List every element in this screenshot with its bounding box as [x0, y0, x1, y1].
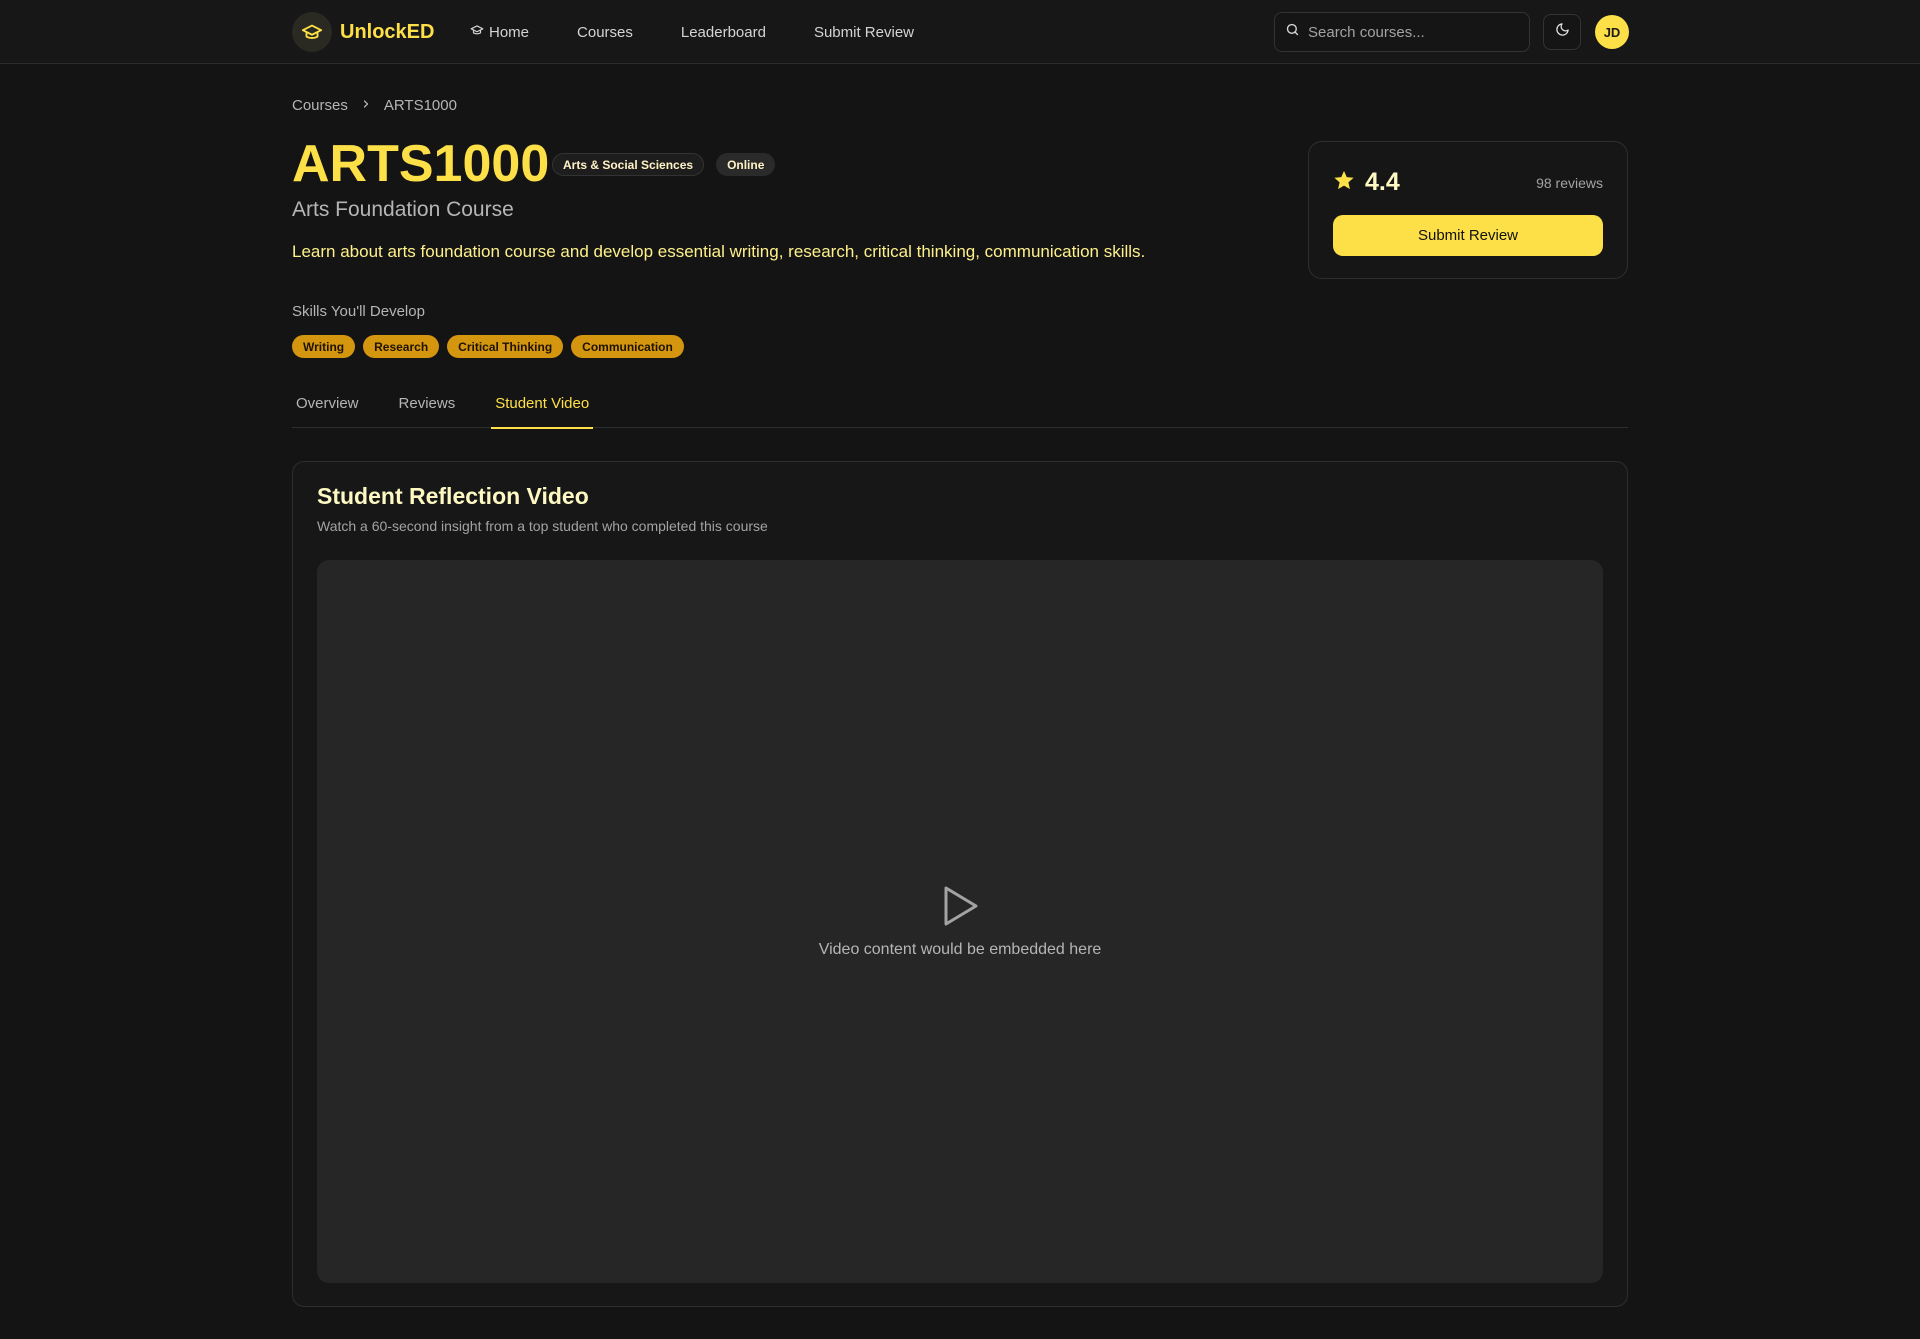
skills-list: Writing Research Critical Thinking Commu… — [292, 335, 684, 358]
theme-toggle-button[interactable] — [1543, 14, 1581, 50]
rating-card: 4.4 98 reviews Submit Review — [1308, 141, 1628, 279]
breadcrumb-current: ARTS1000 — [383, 97, 457, 114]
video-player[interactable]: Video content would be embedded here — [317, 560, 1603, 1283]
brand-name: UnlockED — [340, 20, 435, 43]
skill-tag: Research — [363, 335, 440, 358]
nav-link-leaderboard[interactable]: Leaderboard — [681, 24, 766, 41]
review-count: 98 reviews — [1536, 174, 1603, 191]
tab-student-video[interactable]: Student Video — [491, 395, 594, 429]
course-title: Arts Foundation Course — [292, 198, 514, 221]
student-video-card: Student Reflection Video Watch a 60-seco… — [292, 461, 1628, 1307]
nav-link-home[interactable]: Home — [470, 23, 529, 41]
top-nav: UnlockED Home Courses Leaderboard Submit… — [0, 0, 1920, 64]
skills-heading: Skills You'll Develop — [292, 303, 425, 320]
search-input[interactable] — [1308, 23, 1508, 41]
breadcrumb-courses[interactable]: Courses — [292, 97, 348, 114]
user-avatar[interactable]: JD — [1595, 15, 1629, 49]
skill-tag: Writing — [292, 335, 356, 358]
skill-tag: Communication — [571, 335, 684, 358]
submit-review-button[interactable]: Submit Review — [1333, 215, 1603, 256]
course-description: Learn about arts foundation course and d… — [292, 242, 1146, 261]
tab-overview[interactable]: Overview — [292, 395, 363, 428]
course-code: ARTS1000 — [292, 135, 550, 193]
nav-link-label: Home — [489, 23, 530, 41]
course-tabs: Overview Reviews Student Video — [292, 395, 1628, 429]
brand-home-link[interactable]: UnlockED — [292, 11, 434, 53]
graduation-cap-icon — [470, 23, 484, 41]
nav-link-courses[interactable]: Courses — [577, 24, 633, 41]
tab-reviews[interactable]: Reviews — [395, 395, 460, 428]
delivery-mode-badge: Online — [716, 153, 776, 176]
rating-row: 4.4 98 reviews — [1333, 168, 1603, 197]
rating-summary: 4.4 — [1333, 168, 1400, 197]
star-icon — [1333, 169, 1355, 196]
skill-tag: Critical Thinking — [447, 335, 564, 358]
faculty-badge: Arts & Social Sciences — [552, 153, 705, 176]
video-subtitle: Watch a 60-second insight from a top stu… — [317, 518, 768, 534]
video-placeholder-text: Video content would be embedded here — [818, 941, 1102, 958]
graduation-cap-icon — [292, 12, 332, 52]
chevron-right-icon — [360, 97, 372, 114]
play-icon[interactable] — [940, 884, 980, 933]
nav-links: Home Courses Leaderboard Submit Review — [470, 0, 962, 64]
course-badges: Arts & Social Sciences Online — [552, 153, 776, 176]
nav-link-submit-review[interactable]: Submit Review — [814, 24, 914, 41]
rating-value: 4.4 — [1365, 168, 1400, 196]
search-icon — [1285, 22, 1300, 42]
video-title: Student Reflection Video — [317, 483, 589, 509]
moon-icon — [1555, 22, 1570, 42]
breadcrumb: Courses ARTS1000 — [292, 97, 457, 114]
search-box — [1274, 12, 1530, 52]
